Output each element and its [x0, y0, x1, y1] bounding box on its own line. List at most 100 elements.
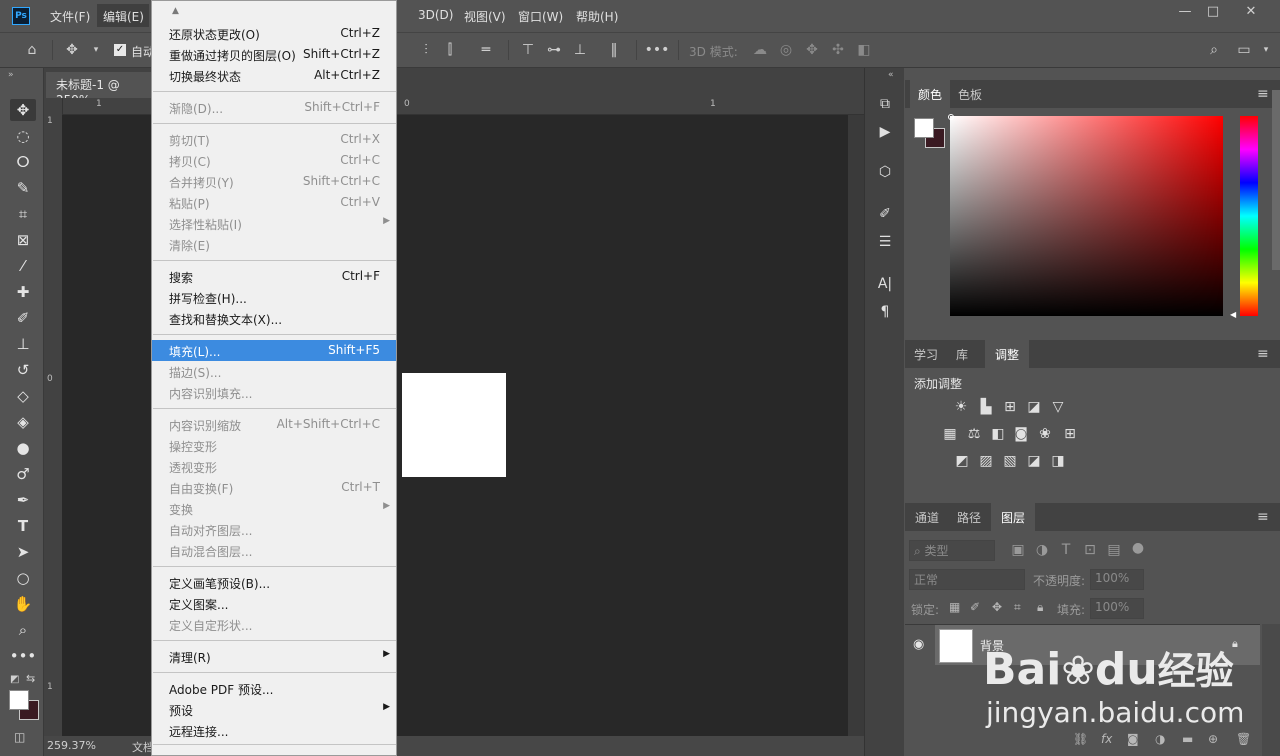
layer-style-icon[interactable]: fx: [1101, 732, 1112, 746]
close-button[interactable]: ✕: [1236, 0, 1266, 22]
3d-pan-icon[interactable]: ✥: [802, 40, 822, 60]
tab-swatches[interactable]: 色板: [950, 80, 990, 108]
vertical-scrollbar[interactable]: [848, 115, 864, 736]
collapse-panel-icon[interactable]: »: [8, 70, 14, 80]
lock-position-icon[interactable]: ✥: [992, 600, 1002, 614]
filter-pixel-icon[interactable]: ▣: [1008, 540, 1028, 560]
document-tab[interactable]: 未标题-1 @ 259%: [46, 72, 154, 107]
default-colors-icon[interactable]: ◩: [10, 674, 19, 685]
hue-saturation-icon[interactable]: ▦: [940, 424, 960, 444]
edit-menu-item[interactable]: 还原状态更改(O) Ctrl+Z: [152, 23, 396, 44]
filter-adjustment-icon[interactable]: ◑: [1032, 540, 1052, 560]
chevron-down-icon[interactable]: ▾: [86, 40, 106, 60]
history-brush-tool-icon[interactable]: ↺: [10, 359, 36, 381]
frame-tool-icon[interactable]: ⊠: [10, 229, 36, 251]
paint-bucket-tool-icon[interactable]: ◈: [10, 411, 36, 433]
levels-icon[interactable]: ▙: [976, 397, 996, 417]
layers-scrollbar[interactable]: [1262, 624, 1280, 756]
adjustment-layer-icon[interactable]: ◑: [1155, 732, 1165, 746]
path-selection-tool-icon[interactable]: ➤: [10, 541, 36, 563]
edit-menu-item[interactable]: 填充(L)... Shift+F5: [152, 340, 396, 361]
black-white-icon[interactable]: ◧: [988, 424, 1008, 444]
align-bottom-icon[interactable]: ⊥: [570, 40, 590, 60]
panel-menu-icon[interactable]: ≡: [1257, 346, 1269, 362]
edit-menu-item[interactable]: Adobe PDF 预设...: [152, 678, 396, 699]
distribute-vertical-icon[interactable]: ‖: [604, 40, 624, 60]
search-icon[interactable]: ⌕: [1204, 40, 1224, 60]
edit-menu-item[interactable]: 定义画笔预设(B)...: [152, 572, 396, 593]
brush-tool-icon[interactable]: ✐: [10, 307, 36, 329]
type-tool-icon[interactable]: T: [10, 515, 36, 537]
panel-menu-icon[interactable]: ≡: [1257, 86, 1269, 102]
align-center-icon[interactable]: ⫶: [416, 40, 436, 60]
pen-tool-icon[interactable]: ✒: [10, 489, 36, 511]
blur-tool-icon[interactable]: ●: [10, 437, 36, 459]
brightness-contrast-icon[interactable]: ☀: [951, 397, 971, 417]
menu-edit[interactable]: 编辑(E): [103, 8, 144, 25]
opacity-field[interactable]: 100%: [1090, 569, 1144, 590]
home-icon[interactable]: ⌂: [22, 40, 42, 60]
chevron-down-icon[interactable]: ▾: [1256, 40, 1276, 60]
auto-select-checkbox[interactable]: ✓: [114, 44, 126, 56]
edit-menu-item[interactable]: 预设 ▶: [152, 699, 396, 720]
edit-menu-item[interactable]: 查找和替换文本(X)...: [152, 308, 396, 329]
clone-stamp-tool-icon[interactable]: ⊥: [10, 333, 36, 355]
selective-color-icon[interactable]: ◨: [1048, 451, 1068, 471]
photo-filter-icon[interactable]: ◙: [1011, 424, 1031, 444]
scroll-up-icon[interactable]: ▲: [172, 6, 179, 16]
new-group-icon[interactable]: ▬: [1182, 732, 1193, 746]
fill-field[interactable]: 100%: [1090, 598, 1144, 619]
marquee-tool-icon[interactable]: ◌: [10, 125, 36, 147]
3d-camera-icon[interactable]: ◧: [854, 40, 874, 60]
invert-icon[interactable]: ◩: [952, 451, 972, 471]
workspace-icon[interactable]: ▭: [1234, 40, 1254, 60]
layer-filter-dropdown[interactable]: ⌕ 类型: [909, 540, 995, 561]
more-options-icon[interactable]: •••: [645, 40, 670, 60]
lock-all-icon[interactable]: 🔒︎: [1037, 600, 1043, 615]
edit-menu-item[interactable]: 搜索 Ctrl+F: [152, 266, 396, 287]
zoom-tool-icon[interactable]: ⌕: [10, 619, 36, 641]
menu-help[interactable]: 帮助(H): [576, 8, 618, 25]
menu-view[interactable]: 视图(V): [464, 8, 506, 25]
character-panel-icon[interactable]: A|: [872, 272, 898, 296]
edit-menu-item[interactable]: 拼写检查(H)...: [152, 287, 396, 308]
posterize-icon[interactable]: ▨: [976, 451, 996, 471]
menu-window[interactable]: 窗口(W): [518, 8, 563, 25]
edit-menu-item[interactable]: 清理(R) ▶: [152, 646, 396, 667]
tab-paths[interactable]: 路径: [949, 503, 989, 531]
tab-layers[interactable]: 图层: [991, 503, 1035, 531]
exposure-icon[interactable]: ◪: [1024, 397, 1044, 417]
tab-channels[interactable]: 通道: [907, 503, 947, 531]
new-layer-icon[interactable]: ⊕: [1208, 732, 1218, 746]
document-canvas[interactable]: [402, 373, 506, 477]
align-right-icon[interactable]: ⫿: [440, 40, 460, 60]
edit-menu-item[interactable]: 远程连接...: [152, 720, 396, 741]
edit-menu-item[interactable]: 重做通过拷贝的图层(O) Shift+Ctrl+Z: [152, 44, 396, 65]
3d-roll-icon[interactable]: ◎: [776, 40, 796, 60]
panel-menu-icon[interactable]: ≡: [1257, 509, 1269, 525]
quick-select-tool-icon[interactable]: ✎: [10, 177, 36, 199]
threshold-icon[interactable]: ▧: [1000, 451, 1020, 471]
lasso-tool-icon[interactable]: ⵔ: [10, 151, 36, 173]
eraser-tool-icon[interactable]: ◇: [10, 385, 36, 407]
blend-mode-dropdown[interactable]: 正常: [909, 569, 1025, 590]
restore-button[interactable]: □: [1198, 0, 1228, 22]
ellipse-tool-icon[interactable]: ○: [10, 567, 36, 589]
zoom-level[interactable]: 259.37%: [47, 739, 96, 752]
history-panel-icon[interactable]: ⧉: [872, 92, 898, 116]
tab-learn[interactable]: 学习: [907, 340, 945, 368]
paragraph-panel-icon[interactable]: ¶: [872, 300, 898, 324]
eyedropper-tool-icon[interactable]: ⁄: [10, 255, 36, 277]
menu-3d[interactable]: 3D(D): [418, 8, 453, 22]
foreground-color-swatch[interactable]: [9, 690, 29, 710]
lock-image-pixels-icon[interactable]: ✐: [970, 600, 980, 614]
tab-color[interactable]: 颜色: [910, 80, 950, 108]
edit-menu-item[interactable]: 定义图案...: [152, 593, 396, 614]
tab-libraries[interactable]: 库: [945, 340, 979, 368]
color-lookup-icon[interactable]: ⊞: [1060, 424, 1080, 444]
move-tool-icon[interactable]: ✥: [10, 99, 36, 121]
hue-slider[interactable]: [1240, 116, 1258, 316]
color-field[interactable]: [950, 116, 1223, 316]
channel-mixer-icon[interactable]: ❀: [1035, 424, 1055, 444]
right-scrollbar[interactable]: [1272, 90, 1280, 270]
